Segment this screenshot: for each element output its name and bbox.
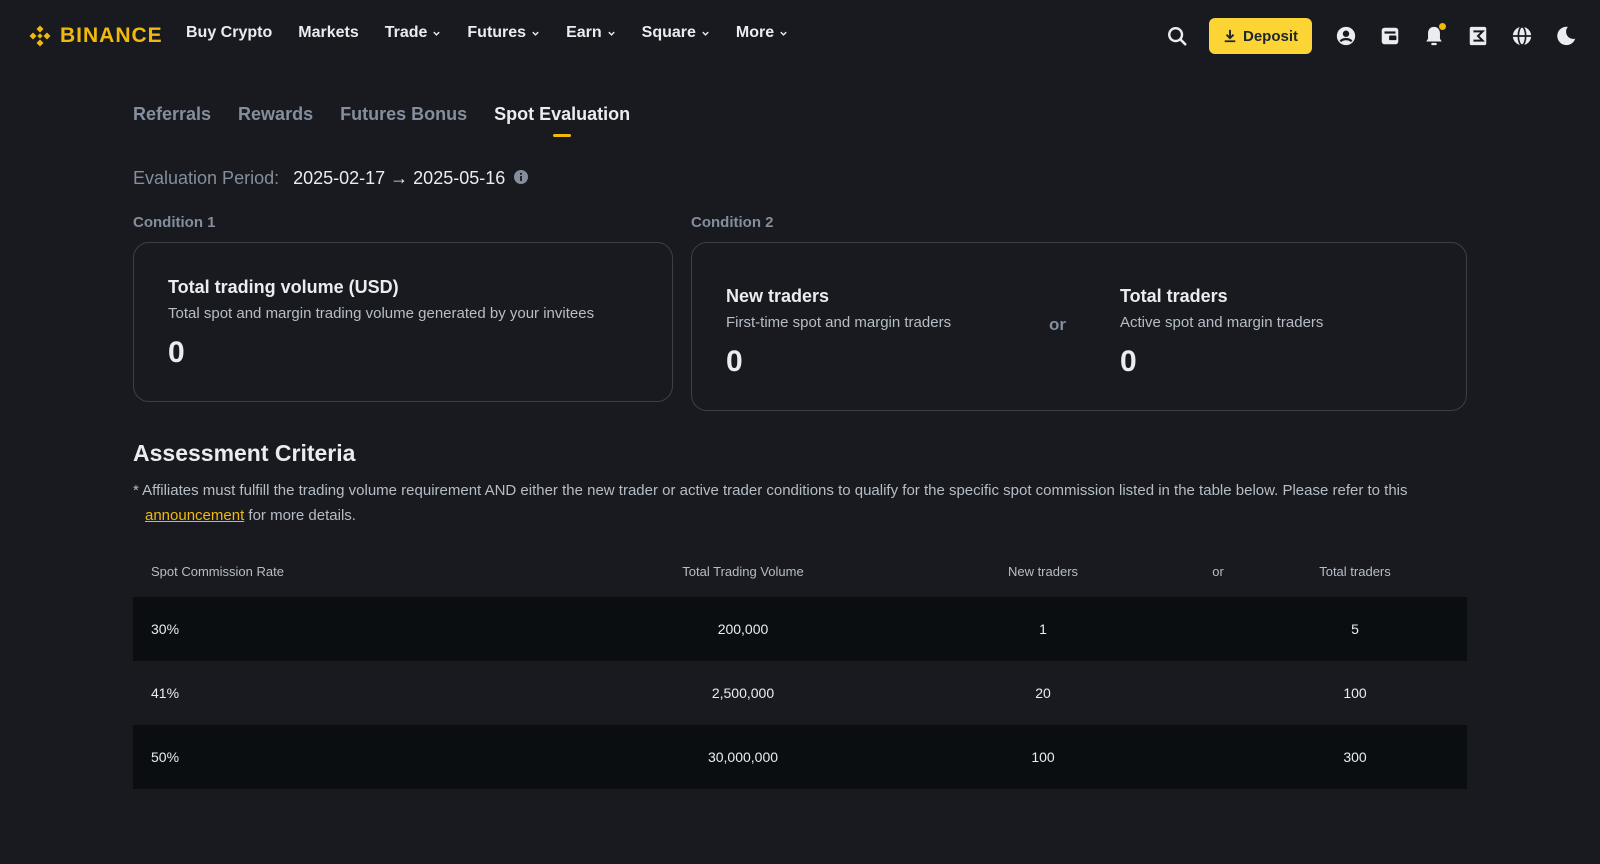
nav-actions: Deposit [1145, 18, 1578, 54]
total-traders-value: 0 [1120, 345, 1137, 378]
assessment-note: * Affiliates must fulfill the trading vo… [133, 478, 1463, 528]
cell-total-traders: 100 [1343, 685, 1367, 701]
condition-1-label: Condition 1 [133, 214, 216, 231]
wallet-icon [1381, 27, 1399, 45]
header-or: or [1212, 563, 1224, 579]
table-header: Spot Commission Rate Total Trading Volum… [133, 545, 1467, 597]
trading-volume-title: Total trading volume (USD) [168, 277, 399, 297]
tab-spot-evaluation[interactable]: Spot Evaluation [494, 104, 630, 137]
table-row: 50% 30,000,000 100 300 [133, 725, 1467, 789]
new-traders-title: New traders [726, 286, 830, 306]
cell-trading-volume: 30,000,000 [707, 749, 779, 765]
chevron-down-icon [607, 31, 615, 36]
moon-icon [1557, 26, 1576, 46]
header-trading-volume: Total Trading Volume [682, 563, 804, 579]
announcement-link[interactable]: announcement [145, 507, 244, 524]
cell-new-traders: 100 [1031, 749, 1055, 765]
binance-logo[interactable]: BINANCE [26, 22, 163, 50]
new-traders-value: 0 [726, 345, 743, 378]
nav-more[interactable]: More [736, 24, 788, 42]
nav-label: More [735, 24, 775, 41]
header-total-traders: Total traders [1319, 563, 1391, 579]
user-icon [1336, 26, 1356, 46]
condition-2-label: Condition 2 [691, 214, 774, 231]
nav-label: Buy Crypto [186, 24, 273, 41]
deposit-label: Deposit [1242, 27, 1298, 45]
chevron-down-icon [532, 31, 539, 36]
note-suffix: for more details. [244, 507, 356, 524]
deposit-button[interactable]: Deposit [1208, 18, 1312, 54]
cell-new-traders: 20 [1035, 685, 1051, 701]
header-new-traders: New traders [1007, 563, 1079, 579]
condition-1-card: Total trading volume (USD) Total spot an… [133, 242, 673, 402]
notification-dot [1439, 23, 1446, 30]
brand-name: BINANCE [60, 24, 163, 47]
cell-commission-rate: 30% [151, 621, 180, 637]
wallet-button[interactable] [1378, 24, 1402, 48]
main-nav: Buy Crypto Markets Trade Futures Earn Sq… [186, 24, 814, 42]
profile-button[interactable] [1334, 24, 1358, 48]
chevron-down-icon [702, 31, 709, 36]
total-traders-title: Total traders [1120, 286, 1228, 306]
commission-table: Spot Commission Rate Total Trading Volum… [133, 545, 1467, 789]
nav-label: Square [641, 24, 696, 41]
or-separator: or [1049, 315, 1066, 334]
trading-volume-subtitle: Total spot and margin trading volume gen… [168, 305, 595, 322]
cell-trading-volume: 200,000 [717, 621, 769, 637]
nav-earn[interactable]: Earn [566, 24, 616, 42]
nav-square[interactable]: Square [642, 24, 710, 42]
cell-commission-rate: 50% [151, 749, 180, 765]
search-button[interactable] [1165, 24, 1189, 48]
nav-buy-crypto[interactable]: Buy Crypto [186, 24, 272, 42]
note-prefix: * Affiliates must fulfill the trading vo… [133, 482, 1408, 499]
nav-label: Earn [566, 24, 602, 41]
cell-total-traders: 5 [1351, 621, 1359, 637]
total-traders-block: Total traders Active spot and margin tra… [1120, 286, 1323, 379]
header-commission-rate: Spot Commission Rate [151, 563, 284, 579]
cell-trading-volume: 2,500,000 [711, 685, 775, 701]
cell-total-traders: 300 [1343, 749, 1367, 765]
new-traders-subtitle: First-time spot and margin traders [726, 314, 952, 331]
total-traders-subtitle: Active spot and margin traders [1120, 314, 1324, 331]
chevron-down-icon [433, 31, 441, 36]
nav-trade[interactable]: Trade [385, 24, 442, 42]
evaluation-period-value: 2025-02-17 → 2025-05-16 [293, 168, 506, 188]
assessment-criteria-title: Assessment Criteria [133, 440, 356, 466]
tab-futures-bonus[interactable]: Futures Bonus [340, 104, 467, 137]
evaluation-period: Evaluation Period: 2025-02-17 → 2025-05-… [133, 168, 529, 189]
table-row: 41% 2,500,000 20 100 [133, 661, 1467, 725]
chevron-down-icon [780, 31, 787, 36]
trading-volume-value: 0 [168, 336, 185, 369]
info-icon[interactable] [513, 169, 529, 185]
new-traders-block: New traders First-time spot and margin t… [726, 286, 951, 379]
orders-icon [1469, 26, 1487, 46]
cell-commission-rate: 41% [151, 685, 180, 701]
theme-toggle-button[interactable] [1554, 24, 1578, 48]
evaluation-period-label: Evaluation Period: [133, 168, 280, 188]
cell-new-traders: 1 [1039, 621, 1047, 637]
top-navbar: BINANCE Buy Crypto Markets Trade Futures… [0, 0, 1600, 72]
condition-2-card: New traders First-time spot and margin t… [691, 242, 1467, 411]
language-button[interactable] [1510, 24, 1534, 48]
tab-referrals[interactable]: Referrals [133, 104, 211, 137]
orders-button[interactable] [1466, 24, 1490, 48]
download-icon [1224, 29, 1236, 43]
globe-icon [1512, 26, 1532, 46]
notifications-button[interactable] [1422, 23, 1446, 48]
nav-label: Markets [298, 24, 359, 41]
binance-logo-icon [29, 25, 51, 47]
nav-label: Futures [467, 24, 527, 41]
nav-label: Trade [384, 24, 428, 41]
tab-rewards[interactable]: Rewards [238, 104, 313, 137]
table-row: 30% 200,000 1 5 [133, 597, 1467, 661]
nav-markets[interactable]: Markets [298, 24, 358, 42]
nav-futures[interactable]: Futures [467, 24, 540, 42]
search-icon [1168, 27, 1187, 46]
referral-tabs: Referrals Rewards Futures Bonus Spot Eva… [133, 104, 657, 137]
